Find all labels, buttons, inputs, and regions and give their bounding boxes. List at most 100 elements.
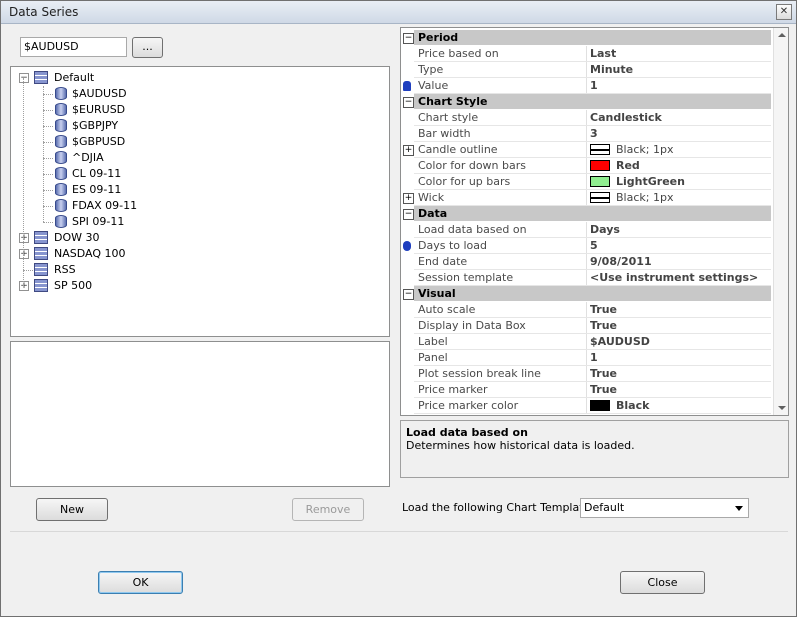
property-value[interactable]: 5 bbox=[590, 239, 598, 252]
tree-connector bbox=[43, 190, 53, 191]
property-value[interactable]: Candlestick bbox=[590, 111, 662, 124]
property-value[interactable]: Days bbox=[590, 223, 620, 236]
tree-item[interactable]: SPI 09-11 bbox=[11, 214, 381, 230]
property-grid: − Period Price based on Last Type Minute Value… bbox=[400, 27, 789, 416]
property-value[interactable]: 3 bbox=[590, 127, 598, 140]
property-value[interactable]: LightGreen bbox=[616, 175, 685, 188]
property-row[interactable]: Price marker True bbox=[414, 382, 771, 398]
column-divider bbox=[586, 174, 587, 189]
collapse-icon[interactable]: − bbox=[19, 73, 29, 83]
property-value[interactable]: Red bbox=[616, 159, 640, 172]
tree-item[interactable]: $GBPJPY bbox=[11, 118, 381, 134]
property-name: Price based on bbox=[418, 47, 499, 60]
tree-item-label: $GBPUSD bbox=[72, 135, 126, 148]
scroll-down-icon[interactable] bbox=[778, 406, 786, 410]
collapse-icon[interactable]: − bbox=[403, 33, 414, 44]
property-value[interactable]: Minute bbox=[590, 63, 633, 76]
property-row[interactable]: Color for up bars LightGreen bbox=[414, 174, 771, 190]
tree-group-4[interactable]: + SP 500 bbox=[11, 278, 381, 294]
property-row[interactable]: Label $AUDUSD bbox=[414, 334, 771, 350]
property-value[interactable]: True bbox=[590, 367, 617, 380]
expand-icon[interactable]: + bbox=[19, 281, 29, 291]
database-icon bbox=[55, 167, 67, 180]
property-row[interactable]: Type Minute bbox=[414, 62, 771, 78]
chevron-down-icon[interactable] bbox=[735, 506, 743, 511]
ok-button[interactable]: OK bbox=[98, 571, 183, 594]
property-value[interactable]: True bbox=[590, 319, 617, 332]
property-row[interactable]: Color for down bars Red bbox=[414, 158, 771, 174]
scroll-up-icon[interactable] bbox=[778, 33, 786, 37]
property-name: Panel bbox=[418, 351, 448, 364]
tree-item[interactable]: FDAX 09-11 bbox=[11, 198, 381, 214]
property-row[interactable]: Display in Data Box True bbox=[414, 318, 771, 334]
close-icon[interactable]: ✕ bbox=[776, 4, 792, 20]
property-row[interactable]: Wick Black; 1px bbox=[414, 190, 771, 206]
property-value[interactable]: $AUDUSD bbox=[590, 335, 650, 348]
tree-connector bbox=[43, 126, 53, 127]
property-value[interactable]: Black; 1px bbox=[616, 143, 673, 156]
window-title: Data Series bbox=[9, 5, 79, 19]
column-divider bbox=[586, 62, 587, 77]
expand-icon[interactable]: + bbox=[19, 233, 29, 243]
tree-group-label: RSS bbox=[54, 263, 76, 276]
collapse-icon[interactable]: − bbox=[403, 209, 414, 220]
tree-item[interactable]: $GBPUSD bbox=[11, 134, 381, 150]
column-divider bbox=[586, 350, 587, 365]
tree-group-2[interactable]: + NASDAQ 100 bbox=[11, 246, 381, 262]
property-value[interactable]: 1 bbox=[590, 79, 598, 92]
browse-button[interactable]: ... bbox=[132, 37, 163, 58]
property-value[interactable]: <Use instrument settings> bbox=[590, 271, 758, 284]
collapse-icon[interactable]: − bbox=[403, 97, 414, 108]
property-value[interactable]: 9/08/2011 bbox=[590, 255, 652, 268]
tree-group-0[interactable]: − Default bbox=[11, 70, 381, 86]
property-row[interactable]: Chart style Candlestick bbox=[414, 110, 771, 126]
property-name: Session template bbox=[418, 271, 514, 284]
tree-connector bbox=[43, 94, 53, 95]
property-row[interactable]: Plot session break line True bbox=[414, 366, 771, 382]
series-list-panel[interactable] bbox=[10, 341, 390, 487]
expand-icon[interactable]: + bbox=[403, 145, 414, 156]
property-row[interactable]: Session template <Use instrument settings… bbox=[414, 270, 771, 286]
tree-group-3[interactable]: RSS bbox=[11, 262, 381, 278]
property-value[interactable]: 1 bbox=[590, 351, 598, 364]
tree-item[interactable]: ^DJIA bbox=[11, 150, 381, 166]
remove-button[interactable]: Remove bbox=[292, 498, 364, 521]
property-value[interactable]: Black bbox=[616, 399, 649, 412]
property-name: Plot session break line bbox=[418, 367, 541, 380]
close-button[interactable]: Close bbox=[620, 571, 705, 594]
tree-group-label: NASDAQ 100 bbox=[54, 247, 126, 260]
property-name: Value bbox=[418, 79, 449, 92]
property-row[interactable]: Load data based on Days bbox=[414, 222, 771, 238]
tree-item[interactable]: CL 09-11 bbox=[11, 166, 381, 182]
expand-icon[interactable]: + bbox=[19, 249, 29, 259]
property-row[interactable]: Price marker color Black bbox=[414, 398, 771, 414]
property-row[interactable]: Auto scale True bbox=[414, 302, 771, 318]
tree-item[interactable]: $EURUSD bbox=[11, 102, 381, 118]
property-value[interactable]: True bbox=[590, 383, 617, 396]
new-button[interactable]: New bbox=[36, 498, 108, 521]
tree-item[interactable]: $AUDUSD bbox=[11, 86, 381, 102]
property-row[interactable]: Bar width 3 bbox=[414, 126, 771, 142]
property-value[interactable]: Black; 1px bbox=[616, 191, 673, 204]
property-row[interactable]: Candle outline Black; 1px bbox=[414, 142, 771, 158]
property-row[interactable]: Price based on Last bbox=[414, 46, 771, 62]
property-value[interactable]: Last bbox=[590, 47, 616, 60]
tree-group-1[interactable]: + DOW 30 bbox=[11, 230, 381, 246]
property-name: Chart style bbox=[418, 111, 479, 124]
collapse-icon[interactable]: − bbox=[403, 289, 414, 300]
property-row[interactable]: Days to load 5 bbox=[414, 238, 771, 254]
instrument-input[interactable]: $AUDUSD bbox=[20, 37, 127, 57]
property-name: Color for down bars bbox=[418, 159, 526, 172]
chart-template-select[interactable]: Default bbox=[580, 498, 749, 518]
tree-connector bbox=[43, 222, 53, 223]
property-scrollbar[interactable] bbox=[773, 28, 788, 415]
tree-item[interactable]: ES 09-11 bbox=[11, 182, 381, 198]
property-row[interactable]: Value 1 bbox=[414, 78, 771, 94]
property-value[interactable]: True bbox=[590, 303, 617, 316]
property-row[interactable]: Panel 1 bbox=[414, 350, 771, 366]
database-icon bbox=[55, 103, 67, 116]
tree-connector bbox=[43, 86, 44, 222]
property-name: Days to load bbox=[418, 239, 487, 252]
property-row[interactable]: End date 9/08/2011 bbox=[414, 254, 771, 270]
expand-icon[interactable]: + bbox=[403, 193, 414, 204]
